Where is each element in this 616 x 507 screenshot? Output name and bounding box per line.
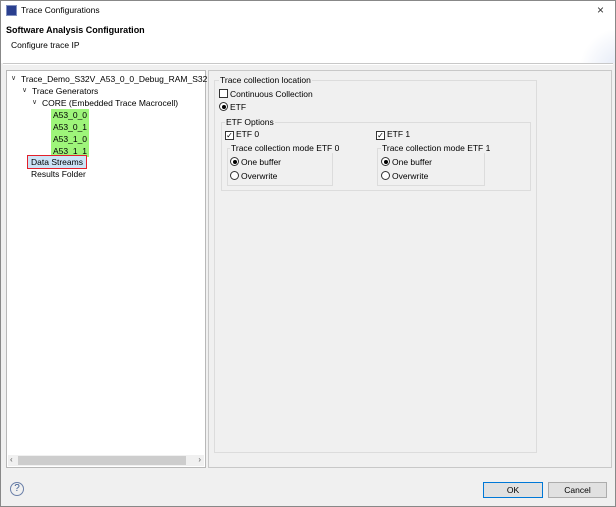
etf1-label: ETF 1	[387, 129, 411, 139]
tree-item-core-a53-0-0[interactable]: A53_0_0	[51, 109, 90, 121]
title-bar: Trace Configurations ×	[0, 0, 616, 20]
checkbox-box	[219, 89, 228, 98]
ok-button[interactable]: OK	[483, 482, 543, 498]
tree-item-core[interactable]: CORE (Embedded Trace Macrocell)	[42, 97, 178, 109]
scrollbar-thumb[interactable]	[18, 456, 186, 465]
divider	[3, 63, 613, 65]
etf0-checkbox[interactable]: ✓ ETF 0	[225, 129, 259, 140]
radio-selected-icon	[381, 157, 390, 166]
tree-item-results-folder[interactable]: Results Folder	[31, 168, 86, 180]
etf0-overwrite-label: Overwrite	[241, 171, 278, 181]
continuous-collection-checkbox[interactable]: Continuous Collection	[219, 89, 313, 99]
tree-item-data-streams[interactable]: Data Streams	[27, 155, 87, 169]
chevron-down-icon[interactable]: ∨	[22, 86, 27, 94]
etf1-checkbox[interactable]: ✓ ETF 1	[376, 129, 410, 140]
tree-item-trace-generators[interactable]: Trace Generators	[32, 85, 98, 97]
page-subtitle: Configure trace IP	[11, 40, 80, 50]
window-title: Trace Configurations	[21, 5, 100, 15]
chevron-down-icon[interactable]: ∨	[32, 98, 37, 106]
app-icon	[6, 5, 17, 16]
radio-selected-icon	[219, 102, 228, 111]
etf0-one-buffer-radio[interactable]: One buffer	[230, 157, 281, 167]
etf1-overwrite-radio[interactable]: Overwrite	[381, 171, 428, 181]
tree-item-core-a53-1-0[interactable]: A53_1_0	[51, 133, 90, 145]
tree-item-root[interactable]: Trace_Demo_S32V_A53_0_0_Debug_RAM_S32Deb…	[21, 73, 239, 85]
help-icon[interactable]: ?	[10, 482, 24, 496]
scroll-left-icon[interactable]: ‹	[10, 455, 13, 464]
radio-icon	[381, 171, 390, 180]
etf1-one-buffer-label: One buffer	[392, 157, 433, 167]
page-title: Software Analysis Configuration	[6, 25, 145, 35]
checkmark-icon: ✓	[225, 131, 234, 140]
etf-radio-label: ETF	[230, 102, 247, 112]
horizontal-scrollbar[interactable]: ‹ ›	[8, 455, 204, 466]
etf0-overwrite-radio[interactable]: Overwrite	[230, 171, 277, 181]
cancel-button[interactable]: Cancel	[548, 482, 607, 498]
checkmark-icon: ✓	[376, 131, 385, 140]
chevron-down-icon[interactable]: ∨	[11, 74, 16, 82]
etf1-mode-label: Trace collection mode ETF 1	[381, 143, 492, 153]
radio-icon	[230, 171, 239, 180]
trace-location-label: Trace collection location	[219, 75, 312, 85]
scroll-right-icon[interactable]: ›	[198, 455, 201, 464]
etf1-one-buffer-radio[interactable]: One buffer	[381, 157, 432, 167]
etf-options-label: ETF Options	[225, 117, 275, 127]
continuous-collection-label: Continuous Collection	[230, 89, 313, 99]
tree-view[interactable]: ∨ Trace_Demo_S32V_A53_0_0_Debug_RAM_S32D…	[6, 70, 239, 468]
etf1-overwrite-label: Overwrite	[392, 171, 429, 181]
dialog-header: Software Analysis Configuration Configur…	[0, 20, 616, 63]
config-panel: Trace collection location Continuous Col…	[208, 70, 612, 468]
close-icon[interactable]: ×	[597, 3, 604, 17]
radio-selected-icon	[230, 157, 239, 166]
etf0-one-buffer-label: One buffer	[241, 157, 282, 167]
etf0-mode-label: Trace collection mode ETF 0	[230, 143, 341, 153]
etf-radio[interactable]: ETF	[219, 102, 246, 112]
etf0-label: ETF 0	[236, 129, 260, 139]
tree-item-core-a53-0-1[interactable]: A53_0_1	[51, 121, 90, 133]
header-decoration	[575, 30, 615, 63]
